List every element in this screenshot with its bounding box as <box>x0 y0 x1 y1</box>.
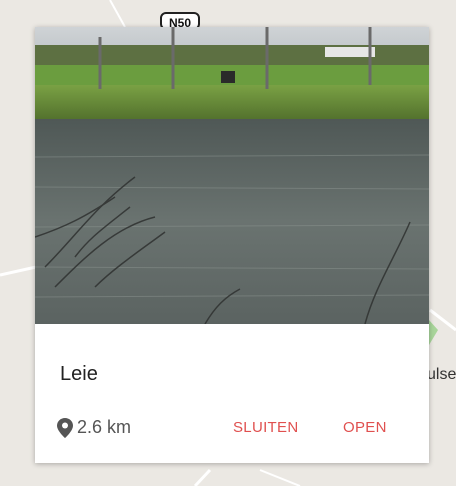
place-photo <box>35 27 429 324</box>
distance-text: 2.6 km <box>77 417 132 437</box>
map-place-label: ulse <box>427 366 456 383</box>
close-button[interactable]: SLUITEN <box>233 419 298 436</box>
place-title: Leie <box>60 363 98 385</box>
place-card[interactable]: Leie 2.6 km SLUITEN OPEN <box>35 27 429 463</box>
open-button[interactable]: OPEN <box>343 419 387 436</box>
location-pin-icon <box>57 417 73 438</box>
distance-info: 2.6 km <box>57 417 131 438</box>
